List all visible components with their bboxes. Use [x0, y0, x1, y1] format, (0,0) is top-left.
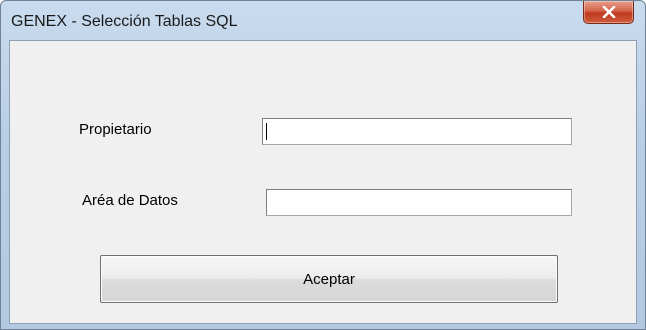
data-area-label: Aréa de Datos — [82, 192, 178, 209]
data-area-input[interactable] — [266, 189, 572, 216]
text-caret — [266, 123, 267, 140]
owner-input[interactable] — [262, 118, 572, 145]
dialog-window: GENEX - Selección Tablas SQL Propietario… — [0, 0, 646, 330]
close-button[interactable] — [583, 1, 634, 24]
title-bar[interactable]: GENEX - Selección Tablas SQL — [1, 1, 645, 37]
close-icon — [602, 6, 615, 18]
dialog-content: Propietario Aréa de Datos Aceptar — [9, 40, 637, 324]
window-title: GENEX - Selección Tablas SQL — [11, 13, 238, 30]
accept-button[interactable]: Aceptar — [100, 255, 558, 303]
owner-label: Propietario — [79, 121, 152, 138]
